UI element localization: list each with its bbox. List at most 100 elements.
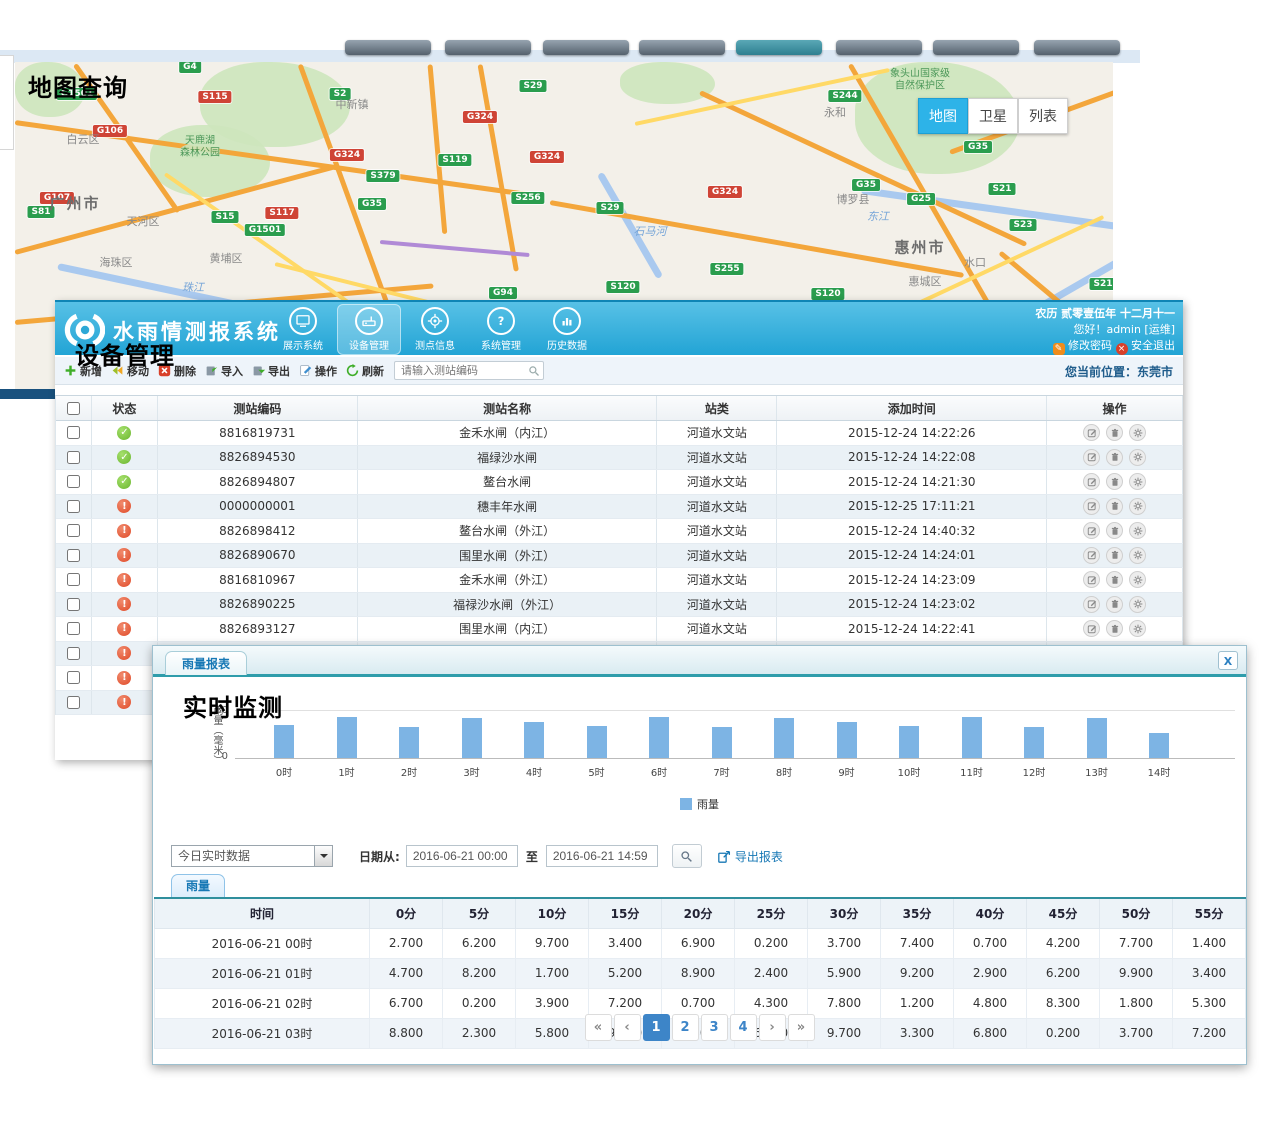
- cutoff-nav-button[interactable]: [445, 40, 531, 55]
- row-checkbox[interactable]: [67, 426, 80, 439]
- date-to-input[interactable]: [546, 845, 658, 867]
- edit-icon[interactable]: [1083, 596, 1100, 613]
- query-button[interactable]: [672, 844, 702, 868]
- row-cell: 金禾水闸（内江）: [358, 421, 658, 445]
- date-from-input[interactable]: [406, 845, 518, 867]
- target-icon: [421, 307, 449, 335]
- cutoff-nav-button[interactable]: [736, 40, 822, 55]
- road-badge: S29: [519, 80, 546, 92]
- tab-rain[interactable]: 雨量: [171, 874, 225, 897]
- pager-nav-button[interactable]: ‹: [614, 1014, 641, 1041]
- map-type-button-地图[interactable]: 地图: [918, 98, 968, 134]
- nav-station-info[interactable]: 测点信息: [403, 304, 467, 355]
- gear-icon[interactable]: [1129, 571, 1146, 588]
- edit-icon[interactable]: [1083, 498, 1100, 515]
- cutoff-nav-button[interactable]: [836, 40, 922, 55]
- row-checkbox-cell: [56, 617, 92, 641]
- row-checkbox[interactable]: [67, 622, 80, 635]
- pager-page-2[interactable]: 2: [672, 1014, 699, 1041]
- gear-icon[interactable]: [1129, 473, 1146, 490]
- row-checkbox[interactable]: [67, 671, 80, 684]
- pager-page-3[interactable]: 3: [701, 1014, 728, 1041]
- trash-icon[interactable]: [1106, 424, 1123, 441]
- cutoff-nav-button[interactable]: [639, 40, 725, 55]
- edit-icon[interactable]: [1083, 620, 1100, 637]
- change-password-link[interactable]: 修改密码: [1068, 339, 1112, 352]
- import-button[interactable]: 导入: [205, 363, 243, 379]
- export-report-link[interactable]: 导出报表: [718, 848, 783, 865]
- close-icon[interactable]: X: [1218, 651, 1238, 670]
- row-checkbox[interactable]: [67, 696, 80, 709]
- refresh-button[interactable]: 刷新: [346, 363, 384, 379]
- tab-rain-report[interactable]: 雨量报表: [165, 651, 247, 675]
- trash-icon[interactable]: [1106, 547, 1123, 564]
- nav-history-data[interactable]: 历史数据: [535, 304, 599, 355]
- nav-display-system[interactable]: 展示系统: [271, 304, 335, 355]
- device-toolbar: 新增 移动 删除 导入 导出 操作: [55, 357, 1183, 385]
- cutoff-nav-button[interactable]: [1034, 40, 1120, 55]
- cutoff-nav-button[interactable]: [543, 40, 629, 55]
- trash-icon[interactable]: [1106, 571, 1123, 588]
- data-range-select[interactable]: 今日实时数据: [171, 845, 333, 867]
- row-checkbox[interactable]: [67, 451, 80, 464]
- station-code-search[interactable]: [394, 361, 544, 380]
- rain-bar: [962, 717, 982, 758]
- rain-value-cell: 1.700: [516, 958, 589, 988]
- edit-icon[interactable]: [1083, 522, 1100, 539]
- select-all-checkbox[interactable]: [67, 402, 80, 415]
- road-line: [380, 240, 530, 257]
- row-checkbox[interactable]: [67, 500, 80, 513]
- trash-icon[interactable]: [1106, 620, 1123, 637]
- rain-bar: [712, 727, 732, 758]
- row-checkbox[interactable]: [67, 549, 80, 562]
- row-cell: 鳌台水闸（外江）: [358, 519, 658, 543]
- trash-icon[interactable]: [1106, 596, 1123, 613]
- chevron-down-icon[interactable]: [314, 846, 332, 866]
- nav-device-management[interactable]: 设备管理: [337, 304, 401, 355]
- operate-button[interactable]: 操作: [299, 363, 337, 379]
- trash-icon[interactable]: [1106, 449, 1123, 466]
- trash-icon[interactable]: [1106, 522, 1123, 539]
- gear-icon[interactable]: [1129, 620, 1146, 637]
- pager-nav-button[interactable]: «: [585, 1014, 612, 1041]
- map-type-button-列表[interactable]: 列表: [1018, 98, 1068, 134]
- map-label: 天河区: [127, 213, 160, 229]
- map-type-button-卫星[interactable]: 卫星: [968, 98, 1018, 134]
- edit-icon[interactable]: [1083, 547, 1100, 564]
- row-checkbox[interactable]: [67, 475, 80, 488]
- edit-icon[interactable]: [1083, 424, 1100, 441]
- pager-nav-button[interactable]: ›: [759, 1014, 786, 1041]
- header-cell: 添加时间: [777, 396, 1047, 420]
- nav-system-management[interactable]: ? 系统管理: [469, 304, 533, 355]
- edit-icon[interactable]: [1083, 571, 1100, 588]
- pager-page-4[interactable]: 4: [730, 1014, 757, 1041]
- gear-icon[interactable]: [1129, 424, 1146, 441]
- trash-icon[interactable]: [1106, 473, 1123, 490]
- gear-icon[interactable]: [1129, 449, 1146, 466]
- search-icon[interactable]: [528, 365, 540, 377]
- search-input[interactable]: [401, 362, 525, 379]
- rain-value-cell: 7.400: [881, 928, 954, 958]
- gear-icon[interactable]: [1129, 547, 1146, 564]
- x-axis-tick: 6时: [651, 764, 667, 779]
- cutoff-nav-button[interactable]: [345, 40, 431, 55]
- row-checkbox[interactable]: [67, 647, 80, 660]
- gear-icon[interactable]: [1129, 522, 1146, 539]
- status-error-icon: !: [117, 573, 131, 587]
- pager-page-1[interactable]: 1: [643, 1014, 670, 1041]
- device-icon: [355, 307, 383, 335]
- edit-icon[interactable]: [1083, 449, 1100, 466]
- row-checkbox[interactable]: [67, 573, 80, 586]
- gear-icon[interactable]: [1129, 498, 1146, 515]
- pager-nav-button[interactable]: »: [788, 1014, 815, 1041]
- rain-bar: [649, 717, 669, 758]
- trash-icon[interactable]: [1106, 498, 1123, 515]
- row-checkbox[interactable]: [67, 598, 80, 611]
- rain-header-cell: 50分: [1100, 898, 1173, 928]
- logout-link[interactable]: 安全退出: [1131, 339, 1175, 352]
- edit-icon[interactable]: [1083, 473, 1100, 490]
- cutoff-nav-button[interactable]: [933, 40, 1019, 55]
- export-button[interactable]: 导出: [252, 363, 290, 379]
- gear-icon[interactable]: [1129, 596, 1146, 613]
- row-checkbox[interactable]: [67, 524, 80, 537]
